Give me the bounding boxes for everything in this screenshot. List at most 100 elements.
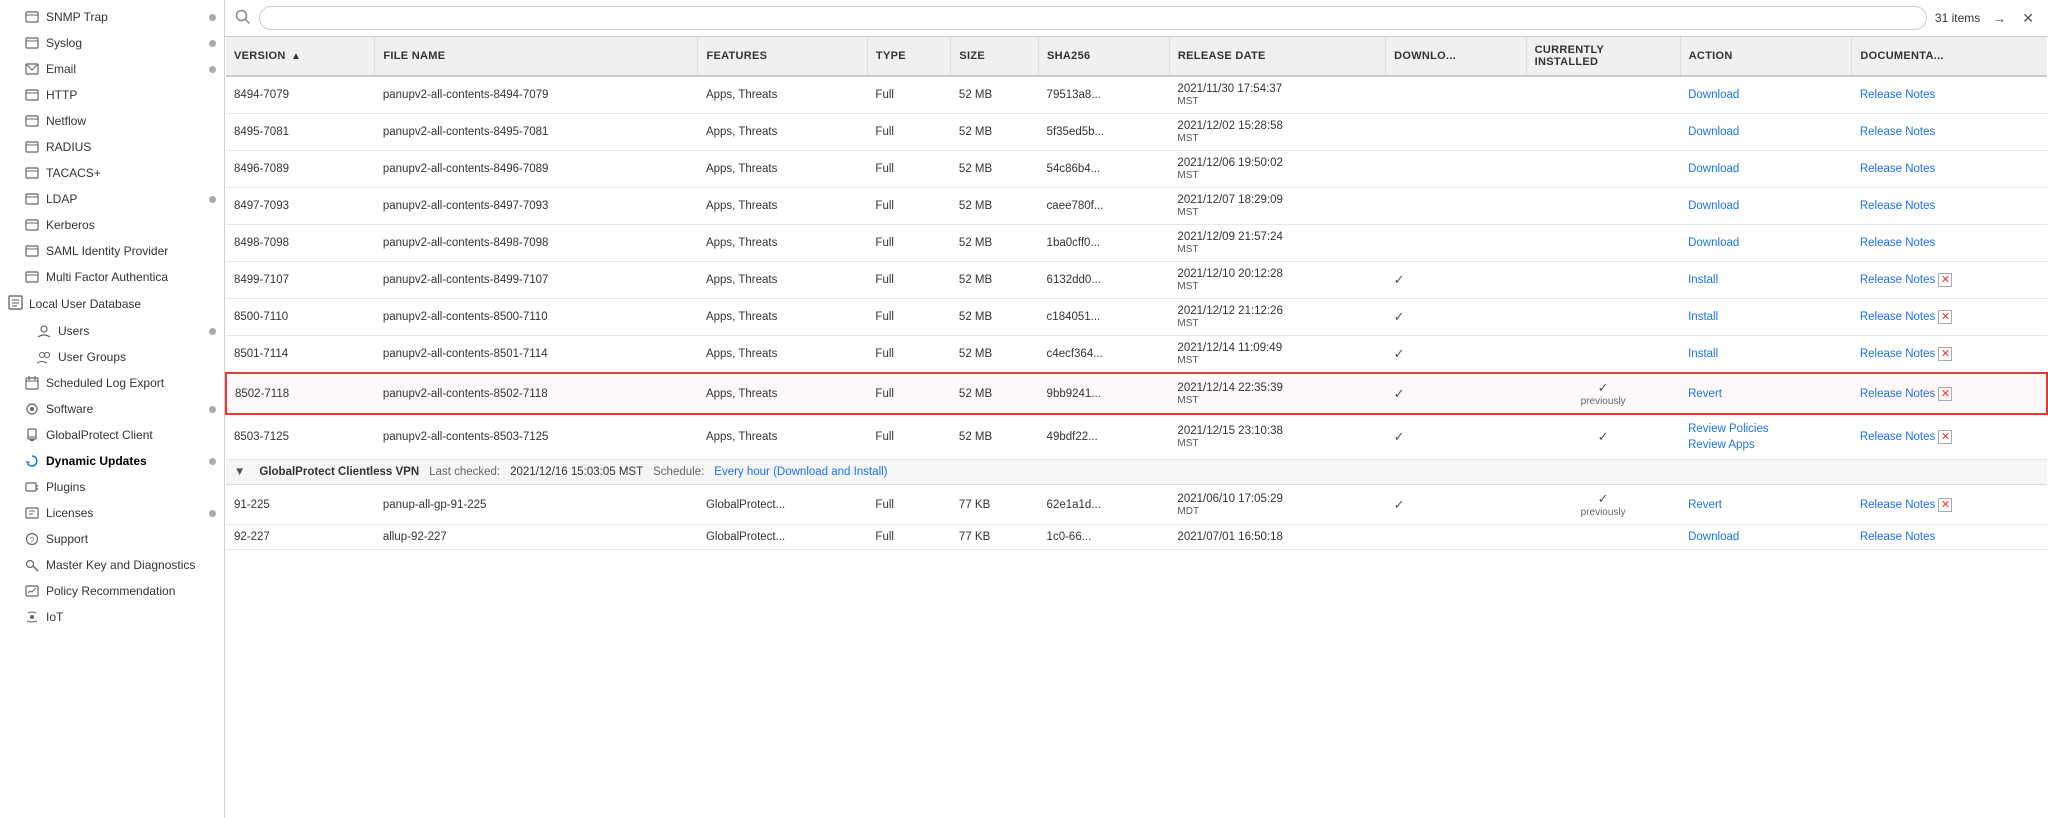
release-notes-link[interactable]: Release Notes [1860, 89, 1935, 101]
sidebar-item-licenses[interactable]: Licenses [0, 500, 224, 526]
sidebar-item-snmp-trap[interactable]: SNMP Trap [0, 4, 224, 30]
install-link[interactable]: Install [1688, 348, 1718, 360]
sidebar-item-user-groups[interactable]: User Groups [0, 344, 224, 370]
sidebar-item-master-key[interactable]: Master Key and Diagnostics [0, 552, 224, 578]
sidebar-item-syslog[interactable]: Syslog [0, 30, 224, 56]
td-action[interactable]: Download [1680, 76, 1852, 114]
sidebar-item-plugins[interactable]: Plugins [0, 474, 224, 500]
release-notes-link[interactable]: Release Notes [1860, 274, 1935, 286]
release-notes-link[interactable]: Release Notes [1860, 237, 1935, 249]
td-documentation[interactable]: Release Notes [1852, 525, 2047, 550]
review-policies-link[interactable]: Review Policies [1688, 421, 1844, 437]
cancel-icon[interactable]: ✕ [1938, 347, 1952, 361]
sidebar-item-kerberos[interactable]: Kerberos [0, 212, 224, 238]
col-release-date[interactable]: RELEASE DATE [1169, 37, 1385, 76]
td-documentation[interactable]: Release Notes ✕ [1852, 414, 2047, 460]
td-action[interactable]: Download [1680, 114, 1852, 151]
td-action[interactable]: Revert [1680, 485, 1852, 525]
cancel-icon[interactable]: ✕ [1938, 310, 1952, 324]
release-notes-link[interactable]: Release Notes [1860, 531, 1935, 543]
cancel-icon[interactable]: ✕ [1938, 430, 1952, 444]
sidebar-item-policy-rec[interactable]: Policy Recommendation [0, 578, 224, 604]
filename-value: panupv2-all-contents-8500-7110 [383, 311, 548, 323]
release-notes-link[interactable]: Release Notes [1860, 311, 1935, 323]
install-link[interactable]: Install [1688, 274, 1718, 286]
sidebar-item-ldap[interactable]: LDAP [0, 186, 224, 212]
sidebar-item-radius[interactable]: RADIUS [0, 134, 224, 160]
download-link[interactable]: Download [1688, 163, 1739, 175]
release-notes-link[interactable]: Release Notes [1860, 388, 1935, 400]
revert-link[interactable]: Revert [1688, 388, 1722, 400]
install-link[interactable]: Install [1688, 311, 1718, 323]
revert-link[interactable]: Revert [1688, 499, 1722, 511]
sidebar-item-support[interactable]: ? Support [0, 526, 224, 552]
td-action[interactable]: Revert [1680, 373, 1852, 414]
sidebar-item-software[interactable]: Software [0, 396, 224, 422]
download-link[interactable]: Download [1688, 531, 1739, 543]
col-documentation[interactable]: DOCUMENTA... [1852, 37, 2047, 76]
col-currently-installed[interactable]: CURRENTLYINSTALLED [1526, 37, 1680, 76]
sidebar-item-globalprotect-client[interactable]: GlobalProtect Client [0, 422, 224, 448]
td-action[interactable]: Download [1680, 188, 1852, 225]
td-action[interactable]: Review PoliciesReview Apps [1680, 414, 1852, 460]
sidebar-item-users[interactable]: Users [0, 318, 224, 344]
release-notes-link[interactable]: Release Notes [1860, 499, 1935, 511]
sidebar-item-tacacs[interactable]: TACACS+ [0, 160, 224, 186]
col-action[interactable]: ACTION [1680, 37, 1852, 76]
td-action[interactable]: Install [1680, 336, 1852, 374]
sidebar-item-local-user-db[interactable]: Local User Database [0, 290, 224, 318]
cancel-icon[interactable]: ✕ [1938, 498, 1952, 512]
td-documentation[interactable]: Release Notes [1852, 151, 2047, 188]
sidebar-item-mfa[interactable]: Multi Factor Authentica [0, 264, 224, 290]
col-sha256[interactable]: SHA256 [1039, 37, 1170, 76]
table-row: 8499-7107panupv2-all-contents-8499-7107A… [226, 262, 2047, 299]
td-action[interactable]: Download [1680, 151, 1852, 188]
download-link[interactable]: Download [1688, 126, 1739, 138]
td-action[interactable]: Download [1680, 225, 1852, 262]
download-link[interactable]: Download [1688, 237, 1739, 249]
td-features: Apps, Threats [698, 336, 867, 374]
td-currently-installed [1526, 76, 1680, 114]
td-action[interactable]: Download [1680, 525, 1852, 550]
download-link[interactable]: Download [1688, 200, 1739, 212]
td-documentation[interactable]: Release Notes [1852, 114, 2047, 151]
download-link[interactable]: Download [1688, 89, 1739, 101]
cancel-icon[interactable]: ✕ [1938, 387, 1952, 401]
release-notes-link[interactable]: Release Notes [1860, 163, 1935, 175]
sidebar-item-scheduled-log-export[interactable]: Scheduled Log Export [0, 370, 224, 396]
sidebar-item-saml[interactable]: SAML Identity Provider [0, 238, 224, 264]
td-documentation[interactable]: Release Notes [1852, 225, 2047, 262]
td-documentation[interactable]: Release Notes ✕ [1852, 373, 2047, 414]
sidebar-item-netflow[interactable]: Netflow [0, 108, 224, 134]
sidebar-item-http[interactable]: HTTP [0, 82, 224, 108]
release-notes-link[interactable]: Release Notes [1860, 431, 1935, 443]
cancel-icon[interactable]: ✕ [1938, 273, 1952, 287]
sidebar-item-dynamic-updates[interactable]: Dynamic Updates [0, 448, 224, 474]
td-documentation[interactable]: Release Notes [1852, 188, 2047, 225]
release-notes-link[interactable]: Release Notes [1860, 126, 1935, 138]
schedule-link[interactable]: Every hour (Download and Install) [714, 466, 887, 478]
review-apps-link[interactable]: Review Apps [1688, 437, 1844, 453]
td-documentation[interactable]: Release Notes ✕ [1852, 485, 2047, 525]
td-action[interactable]: Install [1680, 262, 1852, 299]
td-documentation[interactable]: Release Notes ✕ [1852, 262, 2047, 299]
release-notes-link[interactable]: Release Notes [1860, 348, 1935, 360]
col-features[interactable]: FEATURES [698, 37, 867, 76]
sidebar-item-iot[interactable]: IoT [0, 604, 224, 630]
col-filename[interactable]: FILE NAME [375, 37, 698, 76]
col-type[interactable]: TYPE [867, 37, 951, 76]
col-size[interactable]: SIZE [951, 37, 1039, 76]
td-documentation[interactable]: Release Notes [1852, 76, 2047, 114]
col-download[interactable]: DOWNLO... [1386, 37, 1527, 76]
expand-icon[interactable]: ▼ [234, 466, 245, 478]
col-version[interactable]: VERSION ▲ [226, 37, 375, 76]
next-button[interactable]: → [1988, 8, 2010, 28]
td-documentation[interactable]: Release Notes ✕ [1852, 299, 2047, 336]
sidebar-item-email[interactable]: Email [0, 56, 224, 82]
td-documentation[interactable]: Release Notes ✕ [1852, 336, 2047, 374]
close-button[interactable]: ✕ [2018, 8, 2038, 29]
release-notes-link[interactable]: Release Notes [1860, 200, 1935, 212]
td-action[interactable]: Install [1680, 299, 1852, 336]
search-input[interactable] [259, 6, 1927, 30]
sidebar-item-label: Policy Recommendation [46, 584, 175, 598]
